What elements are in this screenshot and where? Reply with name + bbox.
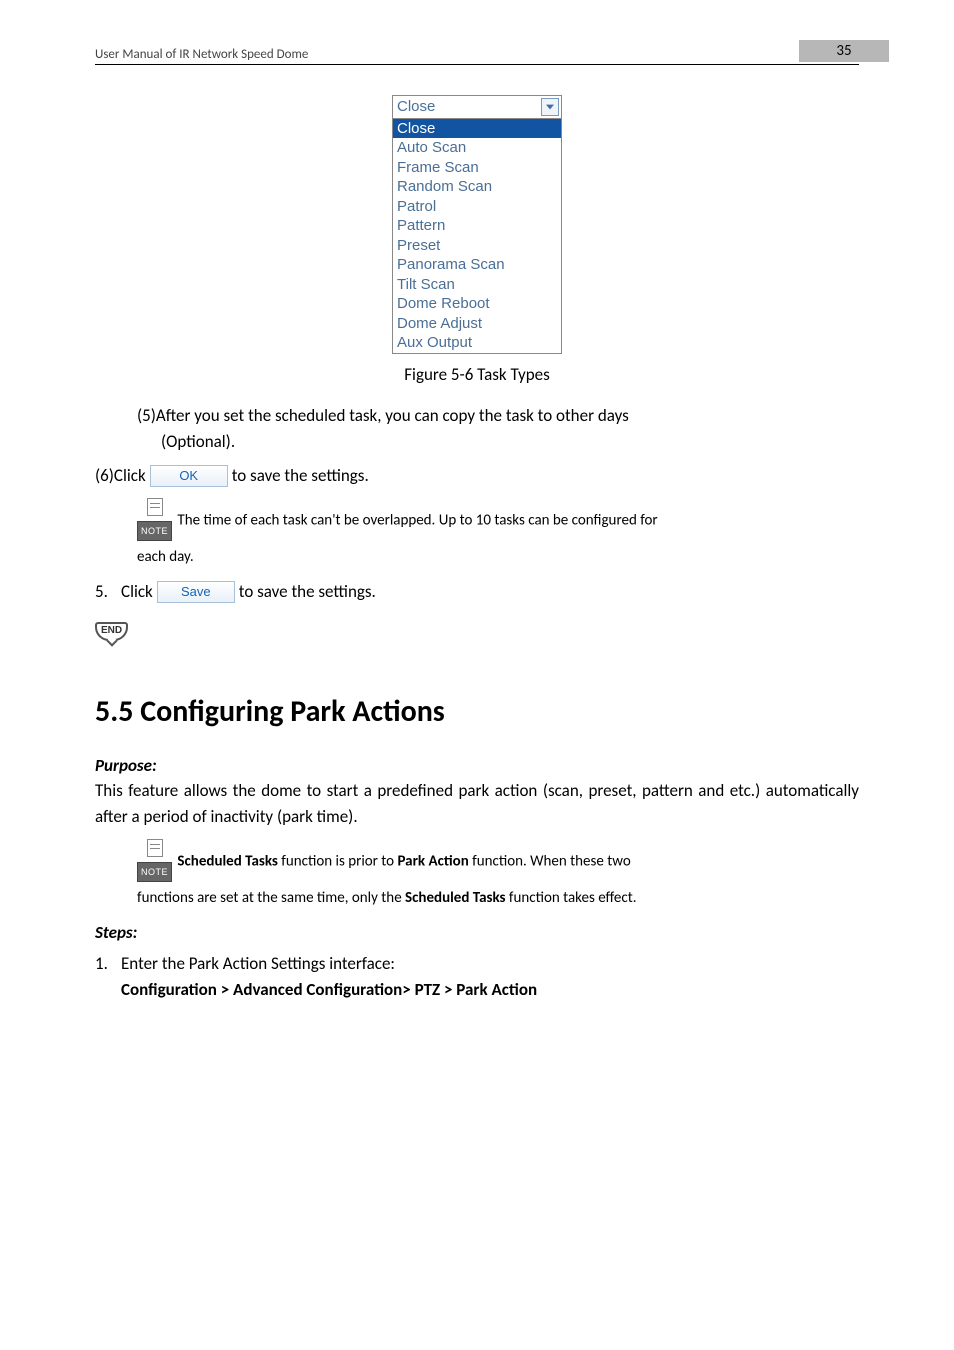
note-icon: NOTE xyxy=(137,498,172,544)
step-5-prefix: Click xyxy=(121,579,153,605)
substep-6-prefix: (6)Click xyxy=(95,463,146,489)
substep-5-line-2: (Optional). xyxy=(161,429,859,455)
note2-bold-3: Scheduled Tasks xyxy=(405,889,505,907)
step-5-suffix: to save the settings. xyxy=(239,579,376,605)
end-icon-label: END xyxy=(95,622,128,641)
substep-6: (6)Click OK to save the settings. xyxy=(95,463,859,489)
task-type-option[interactable]: Panorama Scan xyxy=(393,255,561,275)
note-text-line-1: The time of each task can't be overlappe… xyxy=(177,511,657,529)
task-type-option[interactable]: Pattern xyxy=(393,216,561,236)
purpose-label: Purpose: xyxy=(95,755,859,776)
note2-line2a: functions are set at the same time, only… xyxy=(137,889,405,907)
end-icon: END xyxy=(95,619,128,638)
chevron-down-icon xyxy=(541,98,559,116)
task-type-selected-value: Close xyxy=(397,97,435,117)
task-type-dropdown-figure: Close Close Auto Scan Frame Scan Random … xyxy=(392,95,562,354)
save-button[interactable]: Save xyxy=(157,581,235,603)
figure-caption: Figure 5-6 Task Types xyxy=(95,364,859,385)
task-type-option[interactable]: Auto Scan xyxy=(393,138,561,158)
ok-button[interactable]: OK xyxy=(150,465,228,487)
note-icon-label: NOTE xyxy=(137,862,172,882)
steps-label: Steps: xyxy=(95,922,859,943)
step-1: 1. Enter the Park Action Settings interf… xyxy=(95,951,859,1004)
task-type-options: Close Auto Scan Frame Scan Random Scan P… xyxy=(392,119,562,354)
purpose-text: This feature allows the dome to start a … xyxy=(95,778,859,831)
substep-5-line-1: (5)After you set the scheduled task, you… xyxy=(137,403,859,429)
task-type-option[interactable]: Frame Scan xyxy=(393,158,561,178)
step-number: 5. xyxy=(95,579,117,605)
note2-mid-1: function is prior to xyxy=(278,852,398,870)
step-1-text: Enter the Park Action Settings interface… xyxy=(121,951,537,977)
header-title: User Manual of IR Network Speed Dome xyxy=(95,47,308,62)
note2-bold-1: Scheduled Tasks xyxy=(177,852,277,870)
note-text-line-2: each day. xyxy=(137,544,859,571)
note-icon-label: NOTE xyxy=(137,521,172,541)
step-5: 5. Click Save to save the settings. xyxy=(95,579,859,605)
page-header: User Manual of IR Network Speed Dome 35 xyxy=(95,40,859,65)
substep-5: (5)After you set the scheduled task, you… xyxy=(137,403,859,456)
note-icon: NOTE xyxy=(137,839,172,885)
note2-line2b: function takes effect. xyxy=(506,889,637,907)
task-type-option[interactable]: Aux Output xyxy=(393,333,561,353)
step-number: 1. xyxy=(95,951,117,977)
substep-6-suffix: to save the settings. xyxy=(232,463,369,489)
step-1-path: Configuration > Advanced Configuration> … xyxy=(121,977,537,1003)
note2-bold-2: Park Action xyxy=(397,852,468,870)
page-number: 35 xyxy=(799,40,889,62)
task-type-option[interactable]: Preset xyxy=(393,236,561,256)
task-type-option[interactable]: Dome Reboot xyxy=(393,294,561,314)
note-block: NOTE The time of each task can't be over… xyxy=(137,498,859,571)
note-block-2: NOTE Scheduled Tasks function is prior t… xyxy=(137,839,859,912)
task-type-option[interactable]: Tilt Scan xyxy=(393,275,561,295)
task-type-option[interactable]: Dome Adjust xyxy=(393,314,561,334)
note2-mid-2: function. When these two xyxy=(469,852,631,870)
section-heading: 5.5 Configuring Park Actions xyxy=(95,693,859,730)
task-type-select[interactable]: Close xyxy=(392,95,562,119)
task-type-option[interactable]: Patrol xyxy=(393,197,561,217)
task-type-option[interactable]: Close xyxy=(393,119,561,139)
task-type-option[interactable]: Random Scan xyxy=(393,177,561,197)
